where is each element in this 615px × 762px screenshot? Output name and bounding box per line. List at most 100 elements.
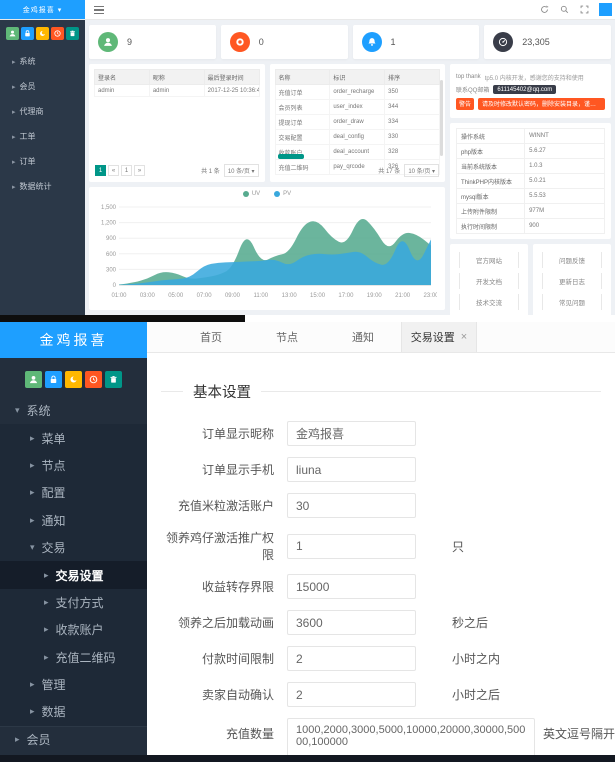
quick-user-icon[interactable]: [25, 371, 42, 388]
svg-text:03:00: 03:00: [140, 293, 156, 299]
chevron-down-icon: ▾: [30, 542, 35, 553]
sidebar-item-deal[interactable]: ▾ 交易: [0, 533, 147, 562]
chevron-right-icon: ▸: [44, 651, 49, 662]
tab-deal-config[interactable]: 交易设置 ×: [401, 322, 477, 352]
quick-link[interactable]: 技术交流: [459, 293, 519, 310]
sidebar-item-notice[interactable]: ▸ 通知: [0, 506, 147, 534]
quick-user-icon[interactable]: [6, 27, 19, 40]
input-adopt-promote-limit[interactable]: [287, 533, 416, 559]
column-header[interactable]: 登录名: [94, 69, 150, 85]
top-sidebar-item[interactable]: ▸ 系统: [0, 49, 85, 74]
field-suffix: 英文逗号隔开: [542, 727, 615, 741]
app-logo[interactable]: 金鸡报喜 ▾: [0, 0, 85, 19]
dashboard-sidebar: ▸ 系统 ▸ 会员 ▸ 代理商 ▸ 工单 ▸ 订单 ▸ 数据统计: [0, 20, 85, 315]
search-icon[interactable]: [559, 4, 570, 15]
column-header[interactable]: 排序: [384, 69, 440, 85]
top-sidebar-item[interactable]: ▸ 会员: [0, 74, 85, 99]
sidebar-item-system[interactable]: ▾ 系统: [0, 397, 147, 424]
quick-link[interactable]: 官方网站: [459, 252, 519, 269]
top-sidebar-item[interactable]: ▸ 工单: [0, 124, 85, 149]
input-seller-auto-confirm[interactable]: [287, 682, 416, 707]
quick-link[interactable]: 常见问题: [542, 293, 602, 310]
quick-clock-icon[interactable]: [85, 371, 102, 388]
sidebar-item-node[interactable]: ▸ 节点: [0, 451, 147, 480]
legend-item-pv[interactable]: PV: [274, 191, 291, 197]
field-label-recharge-mili-account: 充值米粒激活账户: [177, 499, 274, 513]
quick-clock-icon[interactable]: [51, 27, 64, 40]
sidebar-item-label: 通知: [41, 513, 66, 528]
sidebar-item-deal-config[interactable]: ▸ 交易设置: [0, 561, 147, 589]
quick-lock-icon[interactable]: [45, 371, 62, 388]
top-sidebar-item[interactable]: ▸ 代理商: [0, 99, 85, 124]
table-cell: admin: [94, 84, 150, 97]
page-size-select[interactable]: 10 条/页 ▾: [404, 164, 439, 177]
email-badge[interactable]: 611145402@qq.com: [493, 85, 557, 94]
quick-link[interactable]: 更新日志: [542, 272, 602, 289]
page-button[interactable]: 1: [95, 165, 106, 176]
server-info-table: 操作系统 WINNT php版本 5.6.27 当前系统版本 1.0.3 ThinkPHP内…: [455, 128, 605, 234]
sidebar-item-manage[interactable]: ▸ 管理: [0, 670, 147, 699]
theme-color-square[interactable]: [599, 3, 612, 16]
top-sidebar-item[interactable]: ▸ 订单: [0, 149, 85, 174]
traffic-area-chart: 0 300 600 900 1,200 1,500 01:00 03:00 05:00 07:00…: [101, 205, 439, 299]
tab-label: 交易设置: [410, 332, 455, 344]
legend-label: UV: [251, 191, 261, 197]
column-header[interactable]: 最后登录时间: [203, 69, 260, 85]
refresh-icon[interactable]: [539, 4, 550, 15]
sidebar-item-config[interactable]: ▸ 配置: [0, 479, 147, 507]
basic-settings-fieldset: 基本设置: [161, 381, 601, 402]
sidebar-item-data[interactable]: ▸ 数据: [0, 698, 147, 726]
sidebar-item-menu[interactable]: ▸ 菜单: [0, 424, 147, 452]
page-button[interactable]: »: [134, 165, 145, 176]
menu-toggle-button[interactable]: [85, 0, 113, 19]
chevron-right-icon: ▸: [30, 514, 35, 525]
section-title: 基本设置: [193, 385, 251, 401]
page-size-select[interactable]: 10 条/页 ▾: [223, 164, 259, 177]
quick-lock-icon[interactable]: [21, 27, 34, 40]
table-cell: 提现订单: [274, 114, 331, 130]
field-label-order-mobile: 订单显示手机: [201, 463, 274, 477]
sidebar-item-pay-type[interactable]: ▸ 支付方式: [0, 588, 147, 617]
sidebar-item-pay-account[interactable]: ▸ 收款账户: [0, 616, 147, 644]
menu-list-card: 名称 标识 排序 充值订单 order_recharge 350 会员列表 user_inde…: [269, 64, 445, 182]
top-sidebar-item-label: 工单: [19, 132, 36, 141]
column-header[interactable]: 标识: [329, 69, 386, 85]
quick-link[interactable]: 问题反馈: [542, 252, 602, 269]
column-header[interactable]: 昵称: [148, 69, 205, 85]
svg-text:17:00: 17:00: [338, 293, 354, 299]
sidebar-item-recharge-qrcode[interactable]: ▸ 充值二维码: [0, 643, 147, 671]
gauge-icon: [493, 32, 514, 52]
tab-notice[interactable]: 通知: [325, 322, 401, 352]
sidebar-item-member[interactable]: ▸ 会员: [0, 725, 147, 753]
table-row: 提现订单 order_draw 334: [274, 114, 440, 130]
info-key: 当前系统版本: [455, 158, 526, 174]
scrollbar[interactable]: [440, 80, 443, 156]
svg-text:300: 300: [106, 267, 117, 273]
page-button[interactable]: «: [108, 165, 119, 176]
input-adopt-loading-anim[interactable]: [287, 610, 416, 635]
input-income-transfer-limit[interactable]: [287, 574, 416, 599]
info-key: php版本: [455, 143, 526, 159]
legend-label: PV: [283, 191, 292, 197]
input-order-nickname[interactable]: [287, 421, 416, 446]
legend-item-uv[interactable]: UV: [242, 191, 261, 197]
close-icon[interactable]: ×: [461, 331, 467, 343]
input-order-mobile[interactable]: [287, 457, 416, 482]
quick-moon-icon[interactable]: [65, 371, 82, 388]
quick-trash-icon[interactable]: [66, 27, 79, 40]
column-header[interactable]: 名称: [274, 69, 331, 85]
tab-node[interactable]: 节点: [249, 322, 325, 352]
fullscreen-icon[interactable]: [579, 4, 590, 15]
page-button[interactable]: 1: [121, 165, 132, 176]
quick-moon-icon[interactable]: [36, 27, 49, 40]
table-row: admin admin 2017-12-25 10:36:42: [94, 84, 260, 97]
svg-text:21:00: 21:00: [395, 293, 411, 299]
tab-home[interactable]: 首页: [173, 322, 249, 352]
input-recharge-mili-account[interactable]: [287, 493, 416, 518]
quick-trash-icon[interactable]: [105, 371, 122, 388]
settings-form: 订单显示昵称订单显示手机充值米粒激活账户领养鸡仔激活推广权限 只收益转存界限领养之…: [155, 421, 615, 762]
table-cell: 344: [384, 99, 440, 115]
quick-link[interactable]: 开发文档: [459, 272, 519, 289]
input-pay-time-limit[interactable]: [287, 646, 416, 671]
top-sidebar-item[interactable]: ▸ 数据统计: [0, 174, 85, 199]
